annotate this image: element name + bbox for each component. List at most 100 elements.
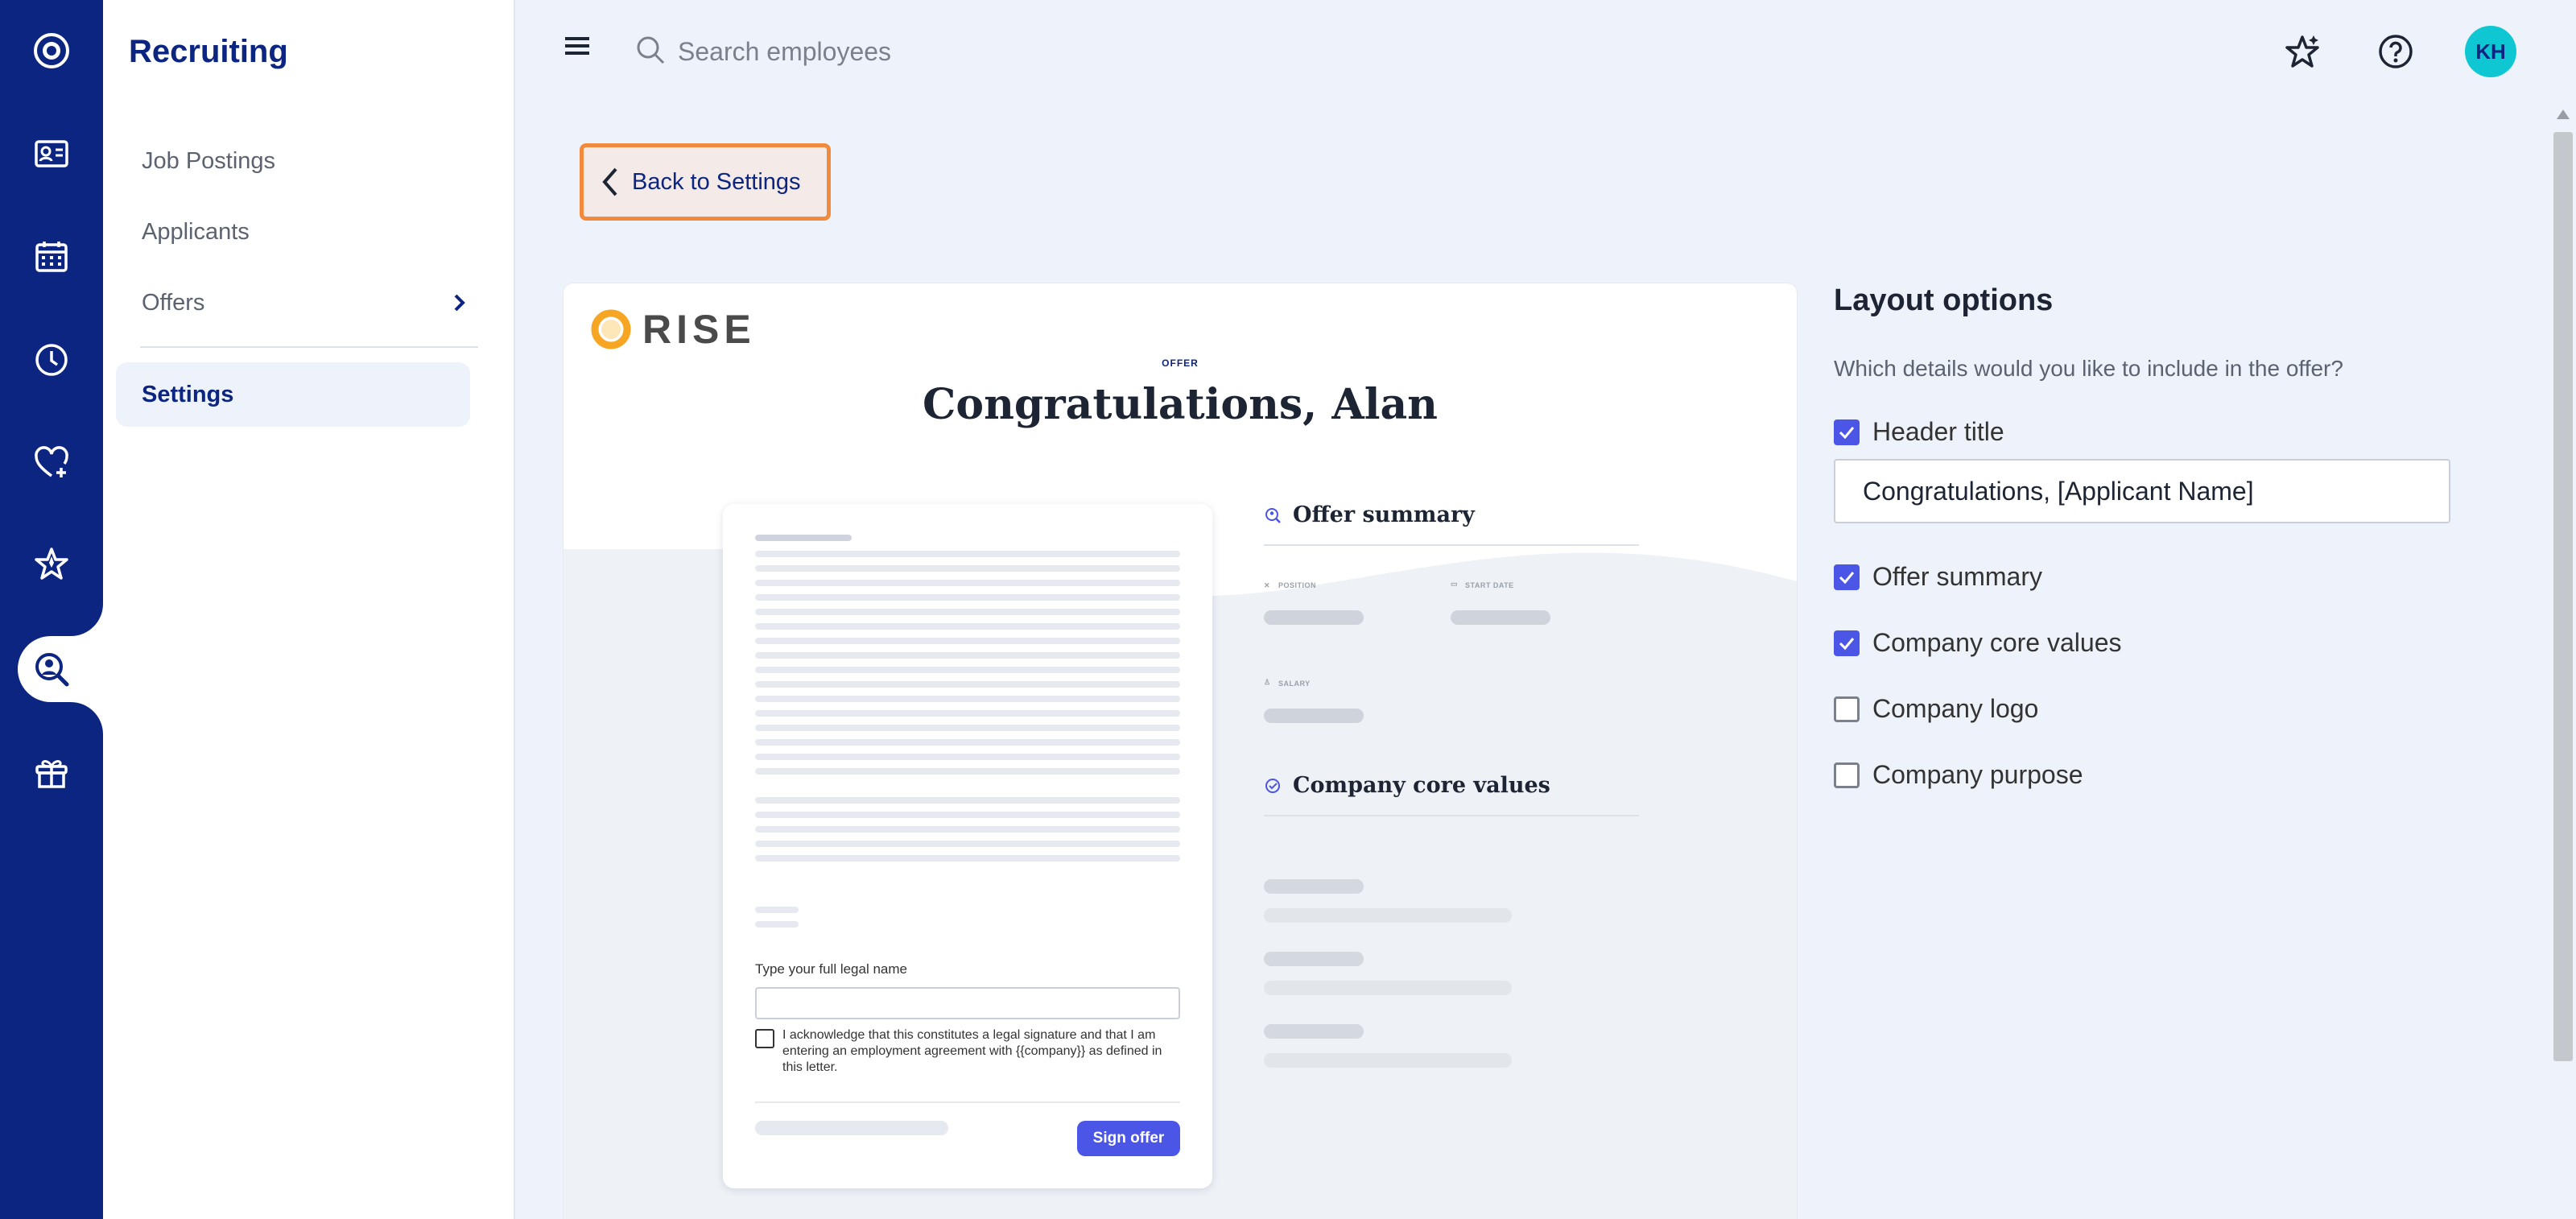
logo-text: RISE <box>642 307 756 352</box>
core-values-heading: Company core values <box>1264 773 1550 798</box>
rail-item-people[interactable] <box>18 121 103 187</box>
skeleton-line <box>755 739 1180 746</box>
user-avatar[interactable]: KH <box>2465 26 2516 77</box>
recruiting-subnav: Recruiting Job Postings Applicants Offer… <box>103 0 515 1219</box>
header-title-input[interactable] <box>1834 459 2450 523</box>
offer-eyebrow: OFFER <box>1162 357 1199 369</box>
skeleton-line <box>755 667 1180 673</box>
salary-icon: ♙ <box>1264 678 1271 686</box>
skeleton-line <box>755 855 1180 862</box>
scroll-up-arrow-icon[interactable] <box>2557 110 2570 119</box>
signature-input[interactable] <box>755 987 1180 1019</box>
core-value-placeholder <box>1264 879 1364 894</box>
hamburger-menu-icon[interactable] <box>564 34 591 58</box>
rail-item-recruiting[interactable] <box>18 636 103 702</box>
skeleton-line <box>755 638 1180 644</box>
search-icon <box>637 36 665 64</box>
chevron-right-icon <box>454 294 465 312</box>
chevron-left-icon <box>602 167 617 196</box>
checkmark-icon <box>1839 426 1855 439</box>
salary-label: SALARY <box>1278 680 1311 688</box>
skeleton-line <box>755 551 1180 557</box>
start-date-label: START DATE <box>1465 581 1514 589</box>
search-input[interactable] <box>678 27 1241 76</box>
skeleton-line <box>755 696 1180 702</box>
rail-item-store[interactable] <box>18 739 103 805</box>
logo-ring-icon <box>34 33 69 68</box>
start-date-placeholder <box>1451 610 1550 625</box>
nav-item-label: Applicants <box>142 218 250 245</box>
skeleton-line <box>755 710 1180 717</box>
nav-item-settings[interactable]: Settings <box>116 362 470 427</box>
skeleton-line <box>755 580 1180 586</box>
icon-rail <box>0 0 103 1219</box>
skeleton-line <box>755 841 1180 847</box>
nav-item-job-postings[interactable]: Job Postings <box>116 129 470 193</box>
letter-divider <box>755 1101 1180 1103</box>
core-value-placeholder <box>1264 952 1364 966</box>
skeleton-line <box>755 907 799 913</box>
nav-item-label: Job Postings <box>142 147 276 174</box>
offer-preview: RISE OFFER Congratulations, Alan Type yo… <box>564 283 1797 1219</box>
salary-placeholder <box>1264 709 1364 723</box>
company-logo: RISE <box>591 306 756 353</box>
nav-item-offers[interactable]: Offers <box>116 271 470 335</box>
calendar-small-icon: ▭ <box>1451 580 1459 588</box>
signature-label: Type your full legal name <box>755 961 907 977</box>
checkmark-icon <box>1839 571 1855 584</box>
check-circle-icon <box>1265 778 1280 793</box>
id-card-icon <box>35 140 68 167</box>
position-placeholder <box>1264 610 1364 625</box>
skeleton-line <box>755 812 1180 818</box>
company-purpose-checkbox[interactable] <box>1834 762 1860 788</box>
header-title-checkbox[interactable] <box>1834 419 1860 445</box>
skeleton-line <box>755 609 1180 615</box>
offer-letter-card: Type your full legal name I acknowledge … <box>723 504 1212 1188</box>
scroll-thumb[interactable] <box>2553 132 2573 1061</box>
app-logo[interactable] <box>18 18 103 84</box>
skeleton-line <box>755 1121 948 1135</box>
offer-summary-heading: Offer summary <box>1264 502 1475 527</box>
sparkle-star-icon <box>2285 35 2319 68</box>
rail-item-performance[interactable] <box>18 531 103 597</box>
skeleton-line <box>755 535 852 541</box>
option-offer-summary[interactable]: Offer summary <box>1834 562 2042 592</box>
option-label: Header title <box>1872 417 2004 446</box>
top-bar: KH <box>517 0 2576 103</box>
page-scrollbar[interactable] <box>2550 103 2576 1219</box>
rail-item-time[interactable] <box>18 327 103 393</box>
option-company-purpose[interactable]: Company purpose <box>1834 760 2083 790</box>
layout-options-subtitle: Which details would you like to include … <box>1834 356 2343 381</box>
acknowledge-checkbox[interactable] <box>755 1029 774 1048</box>
nav-item-label: Offers <box>142 289 205 316</box>
company-logo-checkbox[interactable] <box>1834 696 1860 722</box>
option-company-logo[interactable]: Company logo <box>1834 694 2038 724</box>
clock-icon <box>35 344 68 376</box>
rail-item-benefits[interactable] <box>18 430 103 496</box>
offer-summary-title: Offer summary <box>1293 502 1475 527</box>
nav-divider <box>140 346 478 348</box>
option-label: Offer summary <box>1872 562 2042 591</box>
option-header-title[interactable]: Header title <box>1834 417 2004 447</box>
subnav-title: Recruiting <box>129 34 288 69</box>
skeleton-line <box>755 623 1180 630</box>
position-icon: ✕ <box>1264 581 1271 589</box>
whats-new-button[interactable] <box>2280 29 2325 74</box>
option-core-values[interactable]: Company core values <box>1834 628 2121 658</box>
search-person-icon <box>1265 507 1281 523</box>
core-value-placeholder <box>1264 1053 1512 1068</box>
offer-heading: Congratulations, Alan <box>923 380 1438 429</box>
help-button[interactable] <box>2373 29 2418 74</box>
offer-summary-checkbox[interactable] <box>1834 564 1860 590</box>
heart-plus-icon <box>35 446 68 477</box>
back-to-settings-button[interactable]: Back to Settings <box>580 143 831 221</box>
skeleton-line <box>755 565 1180 572</box>
rail-item-calendar[interactable] <box>18 224 103 290</box>
core-value-placeholder <box>1264 1024 1364 1039</box>
skeleton-line <box>755 768 1180 775</box>
nav-item-applicants[interactable]: Applicants <box>116 200 470 264</box>
core-values-checkbox[interactable] <box>1834 630 1860 656</box>
sign-offer-button[interactable]: Sign offer <box>1077 1121 1180 1156</box>
checkmark-icon <box>1839 637 1855 650</box>
option-label: Company core values <box>1872 628 2122 657</box>
